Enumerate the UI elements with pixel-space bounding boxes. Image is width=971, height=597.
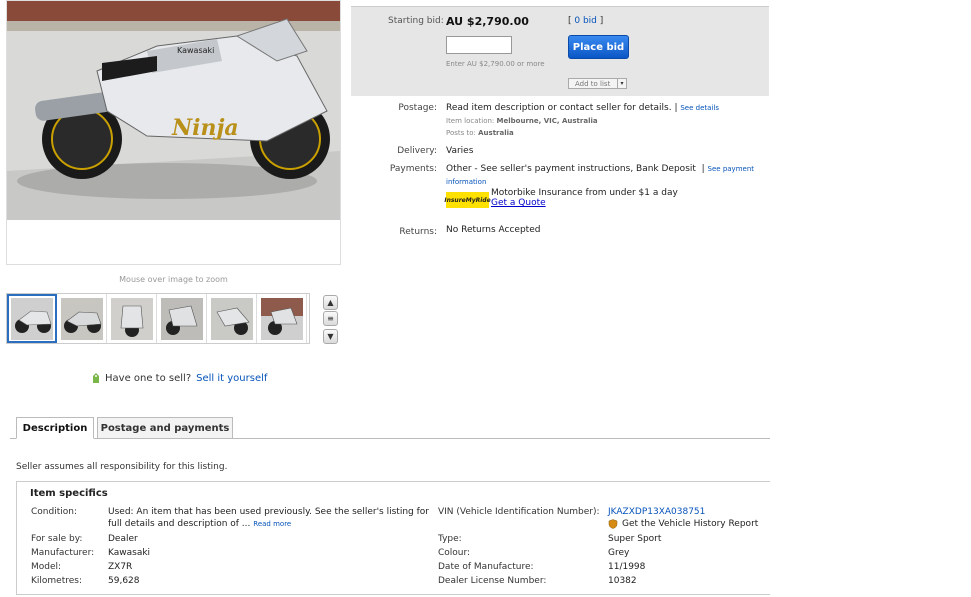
payments-label: Payments: bbox=[389, 164, 437, 174]
spec-label: Manufacturer: bbox=[31, 548, 95, 558]
item-location-label: Item location: bbox=[446, 117, 495, 125]
tab-postage-and-payments[interactable]: Postage and payments bbox=[97, 417, 233, 439]
thumbnail-strip bbox=[6, 293, 310, 344]
payments-text: Other - See seller's payment instruction… bbox=[446, 164, 696, 174]
spec-value: 11/1998 bbox=[608, 562, 646, 572]
payment-information-link[interactable]: information bbox=[446, 178, 486, 186]
chevron-up-icon: ▲ bbox=[327, 298, 334, 307]
condition-line-2: full details and description of ... Read… bbox=[108, 519, 291, 529]
spec-value: 10382 bbox=[608, 576, 637, 586]
insurance-ad: Motorbike Insurance from under $1 a day … bbox=[491, 188, 678, 208]
delivery-value: Varies bbox=[446, 146, 474, 156]
spec-label: For sale by: bbox=[31, 534, 83, 544]
sell-it-yourself-link[interactable]: Sell it yourself bbox=[196, 373, 267, 384]
read-more-link[interactable]: Read more bbox=[253, 520, 291, 528]
posts-to-value: Australia bbox=[478, 129, 514, 137]
thumbnail[interactable] bbox=[207, 294, 257, 343]
starting-bid-label: Starting bid: bbox=[388, 16, 444, 26]
spec-label: Dealer License Number: bbox=[438, 576, 547, 586]
condition-line-1: Used: An item that has been used previou… bbox=[108, 507, 429, 517]
insurance-text: Motorbike Insurance from under $1 a day bbox=[491, 188, 678, 198]
thumbnail[interactable] bbox=[57, 294, 107, 343]
postage-value: Read item description or contact seller … bbox=[446, 103, 719, 113]
thumbnail[interactable] bbox=[257, 294, 307, 343]
svg-text:Ninja: Ninja bbox=[171, 115, 239, 141]
spec-label: Model: bbox=[31, 562, 62, 572]
add-to-list-label: Add to list bbox=[575, 79, 611, 88]
thumbnail[interactable] bbox=[107, 294, 157, 343]
main-image-frame: Ninja Kawasaki bbox=[6, 0, 341, 265]
zoom-hint: Mouse over image to zoom bbox=[119, 275, 228, 284]
vehicle-history-report[interactable]: Get the Vehicle History Report bbox=[608, 519, 758, 529]
sell-prompt-text: Have one to sell? bbox=[105, 372, 192, 384]
chevron-down-icon[interactable]: ▾ bbox=[617, 79, 626, 88]
grip-icon: ≡ bbox=[327, 314, 334, 323]
spec-value: Dealer bbox=[108, 534, 138, 544]
bid-amount-input[interactable] bbox=[446, 36, 512, 54]
postage-text: Read item description or contact seller … bbox=[446, 103, 672, 113]
thumbnail-scroll-down-button[interactable]: ▼ bbox=[323, 329, 338, 344]
main-image-motorcycle[interactable]: Ninja Kawasaki bbox=[7, 1, 340, 220]
place-bid-button[interactable]: Place bid bbox=[568, 35, 629, 59]
chevron-down-icon: ▼ bbox=[327, 332, 334, 341]
spec-value: ZX7R bbox=[108, 562, 133, 572]
thumbnail[interactable] bbox=[7, 294, 57, 343]
thumbnail[interactable] bbox=[157, 294, 207, 343]
tab-description[interactable]: Description bbox=[16, 417, 94, 439]
svg-text:Kawasaki: Kawasaki bbox=[177, 46, 214, 55]
posts-to-label: Posts to: bbox=[446, 129, 476, 137]
item-specifics-title: Item specifics bbox=[30, 488, 108, 499]
price-tag-icon bbox=[93, 373, 99, 383]
bid-hint: Enter AU $2,790.00 or more bbox=[446, 60, 545, 68]
thumbnail-scroll-up-button[interactable]: ▲ bbox=[323, 295, 338, 310]
returns-label: Returns: bbox=[399, 227, 437, 237]
spec-label: Type: bbox=[438, 534, 462, 544]
payments-value: Other - See seller's payment instruction… bbox=[446, 164, 755, 174]
seller-note: Seller assumes all responsibility for th… bbox=[16, 462, 228, 472]
condition-label: Condition: bbox=[31, 507, 77, 517]
spec-label: Date of Manufacture: bbox=[438, 562, 534, 572]
item-location: Item location: Melbourne, VIC, Australia bbox=[446, 117, 598, 125]
get-a-quote-link[interactable]: Get a Quote bbox=[491, 198, 678, 208]
sell-prompt-row: Have one to sell? Sell it yourself bbox=[92, 372, 267, 384]
spec-label: Kilometres: bbox=[31, 576, 83, 586]
add-to-list-dropdown[interactable]: Add to list ▾ bbox=[568, 78, 627, 89]
posts-to: Posts to: Australia bbox=[446, 129, 514, 137]
vin-value: JKAZXDP13XA038751 bbox=[608, 507, 705, 517]
bid-count[interactable]: [ 0 bid ] bbox=[568, 16, 603, 26]
vin-link[interactable]: JKAZXDP13XA038751 bbox=[608, 507, 705, 517]
see-payment-link[interactable]: See payment bbox=[708, 165, 754, 173]
thumbnail-scroll-handle[interactable]: ≡ bbox=[323, 311, 338, 326]
starting-bid-price: AU $2,790.00 bbox=[446, 15, 529, 28]
vin-label: VIN (Vehicle Identification Number): bbox=[438, 507, 600, 517]
item-location-value: Melbourne, VIC, Australia bbox=[496, 117, 598, 125]
bid-count-link[interactable]: 0 bid bbox=[574, 16, 597, 26]
shield-icon bbox=[608, 519, 618, 529]
spec-value: 59,628 bbox=[108, 576, 140, 586]
spec-value: Grey bbox=[608, 548, 630, 558]
spec-label: Colour: bbox=[438, 548, 471, 558]
vehicle-history-report-link[interactable]: Get the Vehicle History Report bbox=[622, 519, 758, 529]
spec-value: Super Sport bbox=[608, 534, 662, 544]
condition-line-2-text: full details and description of ... bbox=[108, 519, 251, 529]
see-details-link[interactable]: See details bbox=[680, 104, 719, 112]
insure-my-ride-logo[interactable]: InsureMyRide bbox=[444, 192, 491, 208]
spec-value: Kawasaki bbox=[108, 548, 151, 558]
postage-label: Postage: bbox=[398, 103, 437, 113]
delivery-label: Delivery: bbox=[397, 146, 437, 156]
returns-value: No Returns Accepted bbox=[446, 225, 541, 235]
